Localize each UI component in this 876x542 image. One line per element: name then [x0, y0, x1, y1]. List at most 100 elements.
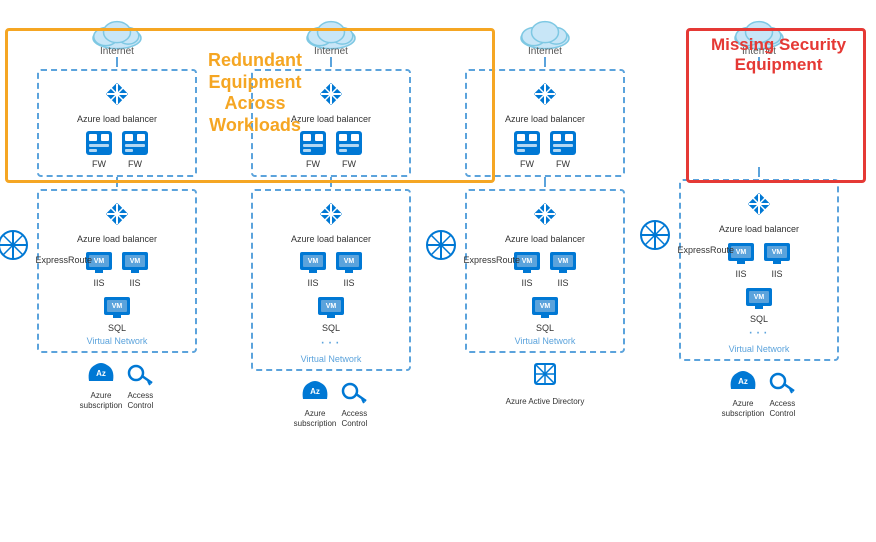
express-route-col3: ExpressRoute: [423, 227, 520, 268]
vm-icon-2-col1: VM: [120, 248, 150, 276]
cloud-col3: Internet: [515, 15, 575, 57]
iis-label-1-col1: IIS: [93, 278, 104, 289]
vm-icon-1-col2: VM: [298, 248, 328, 276]
column-4: Internet ExpressRoute: [652, 10, 866, 500]
express-route-label-col1: ExpressRoute: [35, 255, 92, 265]
lb-icon-col3: [527, 76, 563, 112]
vm-row-col2: VM IIS VM IIS: [298, 248, 364, 289]
active-directory-col3: Azure Active Directory: [506, 359, 585, 407]
lb2-icon-col1: [99, 196, 135, 232]
vm-iis-2-col1: VM IIS: [120, 248, 150, 289]
subscription-label-col2: Azuresubscription: [294, 409, 337, 428]
vm-row-col3: VM IIS VM IIS: [512, 248, 578, 289]
fw-icon-col2-2: [334, 129, 364, 157]
lower-section-col3: ExpressRoute Azure load balancer: [465, 187, 625, 353]
svg-text:VM: VM: [94, 258, 105, 265]
fw-icon-col3-1: [512, 129, 542, 157]
vm-row-col4: VM IIS VM IIS: [726, 239, 792, 280]
sql-icon-col4: VM: [744, 284, 774, 312]
vm-icon-2-col2: VM: [334, 248, 364, 276]
subscription-icon-col2: Az: [299, 377, 331, 407]
active-directory-icon: [525, 359, 565, 395]
lb2-icon-col4: [741, 186, 777, 222]
key-icon-col1: [126, 361, 154, 389]
lb-col1: Azure load balancer: [77, 76, 157, 125]
svg-text:VM: VM: [754, 294, 765, 301]
vm-row-col1: VM IIS VM IIS: [84, 248, 150, 289]
bottom-col1: Az Azuresubscription AccessControl: [80, 359, 155, 410]
active-directory-label: Azure Active Directory: [506, 397, 585, 407]
vm-iis-2-col2: VM IIS: [334, 248, 364, 289]
dashed-box-col1-top: Azure load balancer FW: [37, 69, 197, 177]
svg-text:VM: VM: [326, 303, 337, 310]
vnet-label-col4: Virtual Network: [729, 344, 790, 354]
vm-icon-2-col4: VM: [762, 239, 792, 267]
express-route-icon-col4: [637, 217, 673, 253]
access-col4: AccessControl: [768, 369, 796, 418]
fw-label-2: FW: [128, 159, 142, 170]
vline-4b: [758, 167, 760, 177]
svg-text:VM: VM: [540, 303, 551, 310]
svg-text:VM: VM: [772, 249, 783, 256]
access-col1: AccessControl: [126, 361, 154, 410]
missing-security-label: Missing Security Equipment: [696, 35, 861, 76]
lb-label-col3: Azure load balancer: [505, 114, 585, 125]
main-area: Internet Azure load balancer: [10, 10, 866, 500]
svg-text:VM: VM: [344, 258, 355, 265]
dashed-box-col3-top: Azure load balancer FW: [465, 69, 625, 177]
sql-col3: VM SQL: [530, 293, 560, 334]
key-icon-col2: [340, 379, 368, 407]
vline-2b: [330, 177, 332, 187]
lb-icon-col2: [313, 76, 349, 112]
iis-label-1-col2: IIS: [307, 278, 318, 289]
express-route-icon-col3: [423, 227, 459, 263]
vline-1b: [116, 177, 118, 187]
vm-iis-1-col2: VM IIS: [298, 248, 328, 289]
sql-label-col3: SQL: [536, 323, 554, 334]
subscription-icon-col1: Az: [85, 359, 117, 389]
lb2-icon-col3: [527, 196, 563, 232]
sql-col2: VM SQL: [316, 293, 346, 334]
fw-item-col3-2: FW: [548, 129, 578, 170]
svg-text:VM: VM: [558, 258, 569, 265]
svg-text:VM: VM: [736, 249, 747, 256]
sql-icon-col2: VM: [316, 293, 346, 321]
svg-text:Az: Az: [738, 377, 748, 386]
sql-col4: VM SQL: [744, 284, 774, 325]
iis-label-2-col1: IIS: [129, 278, 140, 289]
fw-item-col3-1: FW: [512, 129, 542, 170]
column-3: Internet Azure load balancer: [438, 10, 652, 500]
svg-text:Az: Az: [96, 369, 106, 378]
express-route-label-col4: ExpressRoute: [677, 245, 734, 255]
lb2-label-col2: Azure load balancer: [291, 234, 371, 245]
subscription-col4: Az Azuresubscription: [722, 367, 765, 418]
fw-item-1: FW: [84, 129, 114, 170]
key-icon-col4: [768, 369, 796, 397]
vline-3a: [544, 57, 546, 67]
express-route-label-col3: ExpressRoute: [463, 255, 520, 265]
fw-icon-1: [84, 129, 114, 157]
diagram-container: Redundant Equipment Across Workloads Mis…: [0, 0, 876, 542]
fw-label-col3-1: FW: [520, 159, 534, 170]
express-route-col1: ExpressRoute: [0, 227, 92, 268]
lb-label-col1: Azure load balancer: [77, 114, 157, 125]
svg-text:Az: Az: [310, 387, 320, 396]
dashed-box-col1-mid: Azure load balancer VM IIS: [37, 189, 197, 353]
sql-label-col2: SQL: [322, 323, 340, 334]
express-route-icon-col1: [0, 227, 31, 263]
subscription-label-col4: Azuresubscription: [722, 399, 765, 418]
fw-label-col2-2: FW: [342, 159, 356, 170]
dashed-box-col3-mid: Azure load balancer VM IIS: [465, 189, 625, 353]
vnet-label-col2: Virtual Network: [301, 354, 362, 364]
cloud-label-col1: Internet: [100, 46, 134, 57]
subscription-col1: Az Azuresubscription: [80, 359, 123, 410]
sql-icon-col1: VM: [102, 293, 132, 321]
access-label-col2: AccessControl: [341, 409, 367, 428]
vline-2a: [330, 57, 332, 67]
lb-col3: Azure load balancer: [505, 76, 585, 125]
bottom-col2: Az Azuresubscription AccessControl: [294, 377, 369, 428]
iis-label-2-col2: IIS: [343, 278, 354, 289]
vnet-label-col1: Virtual Network: [87, 336, 148, 346]
access-label-col4: AccessControl: [769, 399, 795, 418]
missing-fw-area: [689, 67, 829, 167]
